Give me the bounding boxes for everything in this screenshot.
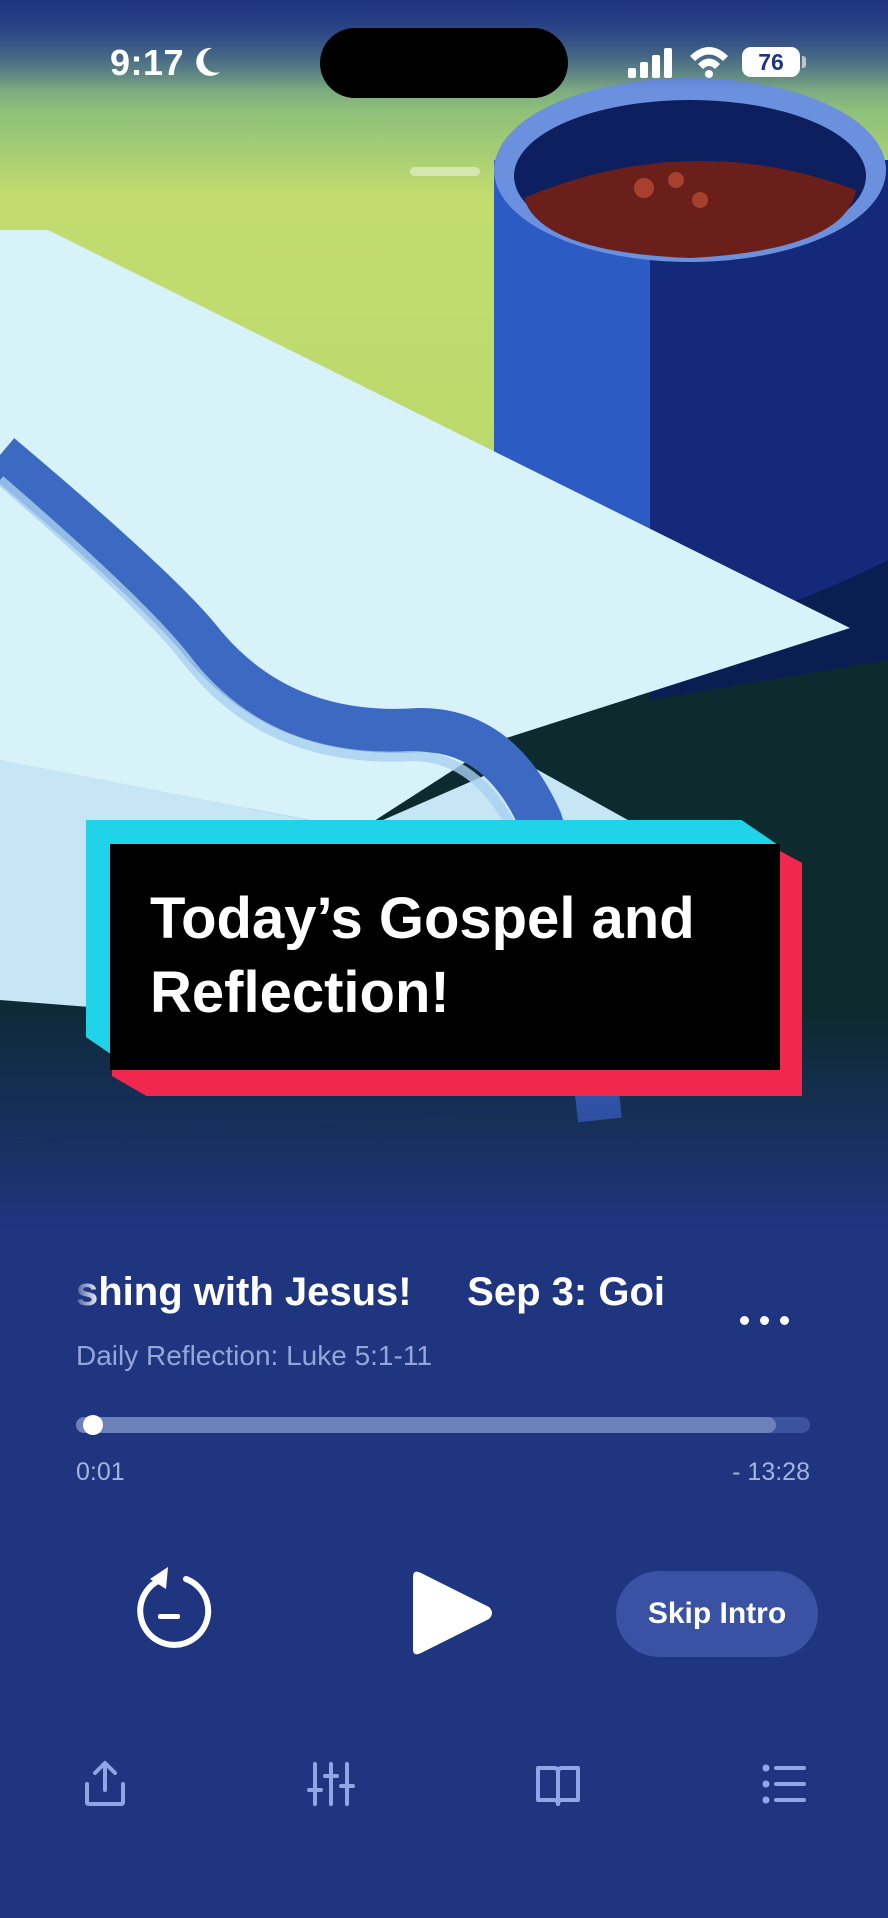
track-title-marquee: shing with Jesus! Sep 3: Goi [76,1270,696,1330]
caption-banner: Today’s Gospel and Reflection! [86,820,802,1096]
more-dot [780,1316,789,1325]
sheet-grabber[interactable] [410,167,480,176]
play-button[interactable] [405,1567,495,1659]
progress-knob[interactable] [83,1415,104,1435]
marquee-fade-right [664,1268,704,1330]
battery-nub [802,56,806,68]
caption-box: Today’s Gospel and Reflection! [110,844,780,1070]
more-options-button[interactable] [736,1300,794,1340]
caption-text: Today’s Gospel and Reflection! [150,886,695,1025]
equalizer-icon[interactable] [307,1760,355,1808]
list-icon[interactable] [760,1760,808,1808]
time-remaining: - 13:28 [732,1458,810,1486]
dynamic-island [320,28,568,98]
skip-intro-button[interactable]: Skip Intro [616,1571,818,1657]
signal-icon [628,48,672,78]
progress-slider[interactable] [76,1415,810,1435]
share-icon[interactable] [81,1760,129,1808]
wifi-icon [690,47,728,78]
track-title: shing with Jesus! Sep 3: Goi [76,1270,665,1314]
time-elapsed: 0:01 [76,1458,125,1486]
track-subtitle: Daily Reflection: Luke 5:1-11 [76,1340,432,1371]
marquee-fade-left [70,1268,100,1330]
book-icon[interactable] [534,1760,582,1808]
rewind-button[interactable] [128,1563,212,1653]
more-dot [760,1316,769,1325]
status-time: 9:17 [110,42,185,83]
more-dot [740,1316,749,1325]
progress-buffer [76,1417,776,1433]
moon-icon [196,47,220,76]
battery-indicator: 76 [742,47,800,77]
status-bar: 9:17 76 [0,0,888,130]
